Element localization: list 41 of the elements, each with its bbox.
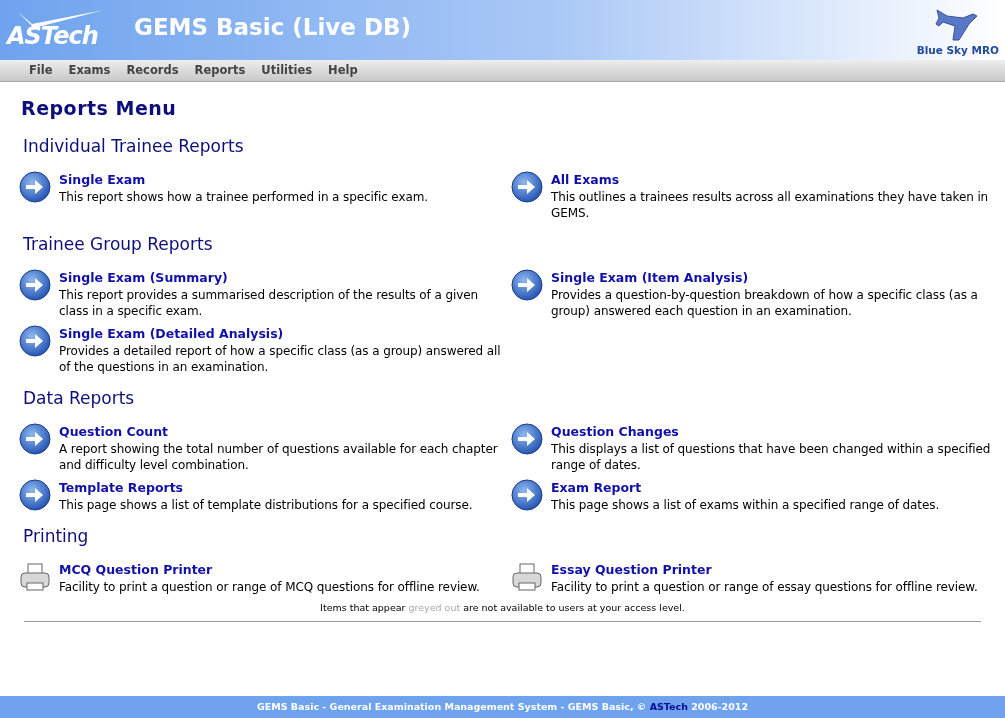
section-heading: Printing	[23, 524, 90, 547]
logo-text: ASTech	[7, 24, 98, 48]
menu-item[interactable]: Exams	[60, 60, 119, 81]
report-description: Facility to print a question or range of MCQ questions for offline review.	[59, 578, 481, 595]
report-link[interactable]: Question Count	[59, 423, 169, 440]
menu-item[interactable]: Utilities	[253, 60, 321, 81]
menu-item[interactable]: Records	[118, 60, 187, 81]
report-description: Facility to print a question or range of essay questions for offline review.	[551, 578, 979, 595]
report-link[interactable]: Single Exam (Summary)	[59, 269, 228, 286]
access-note: Items that appear greyed out are not available to users at your access level.	[319, 600, 686, 615]
report-description: This outlines a trainees results across all examinations they have taken in GEMS.	[551, 188, 990, 221]
menu-item[interactable]: Help	[320, 60, 366, 81]
report-link[interactable]: All Exams	[551, 171, 620, 188]
app-title: GEMS Basic (Live DB)	[134, 14, 412, 42]
report-link[interactable]: Single Exam (Detailed Analysis)	[59, 325, 284, 342]
report-description: This page shows a list of exams within a specified range of dates.	[551, 496, 941, 513]
report-link[interactable]: Question Changes	[551, 423, 679, 440]
section-heading: Trainee Group Reports	[23, 232, 214, 255]
report-description: This page shows a list of template distributions for a specified course.	[59, 496, 474, 513]
page-title: Reports Menu	[21, 96, 178, 121]
section-heading: Individual Trainee Reports	[23, 134, 245, 157]
printer-icon	[511, 560, 543, 593]
menu-item[interactable]: File	[21, 60, 61, 81]
report-description: This report provides a summarised description of the results of a given class in a specific exam.	[59, 286, 479, 319]
menu-item[interactable]: Reports	[186, 60, 254, 81]
report-link[interactable]: MCQ Question Printer	[59, 561, 213, 578]
footer-text: GEMS Basic - General Examination Management System - GEMS Basic, © ASTech 2006-2012	[0, 696, 1005, 718]
printer-icon	[19, 560, 51, 593]
report-link[interactable]: Single Exam (Item Analysis)	[551, 269, 749, 286]
report-description: This displays a list of questions that have been changed within a specified range of dates.	[551, 440, 992, 473]
report-description: Provides a question-by-question breakdown of how a specific class (as a group) answered each question in an examination.	[551, 286, 979, 319]
report-link[interactable]: Exam Report	[551, 479, 642, 496]
client-name: Blue Sky MRO	[916, 43, 999, 58]
section-heading: Data Reports	[23, 386, 136, 409]
report-link[interactable]: Single Exam	[59, 171, 146, 188]
report-description: Provides a detailed report of how a specific class (as a group) answered all of the questions in an examination.	[59, 342, 502, 375]
report-link[interactable]: Essay Question Printer	[551, 561, 712, 578]
footer-link[interactable]: ASTech	[649, 701, 688, 712]
report-description: This report shows how a trainee performed in a specific exam.	[59, 188, 429, 205]
report-link[interactable]: Template Reports	[59, 479, 184, 496]
report-description: A report showing the total number of questions available for each chapter and difficulty level combination.	[59, 440, 499, 473]
